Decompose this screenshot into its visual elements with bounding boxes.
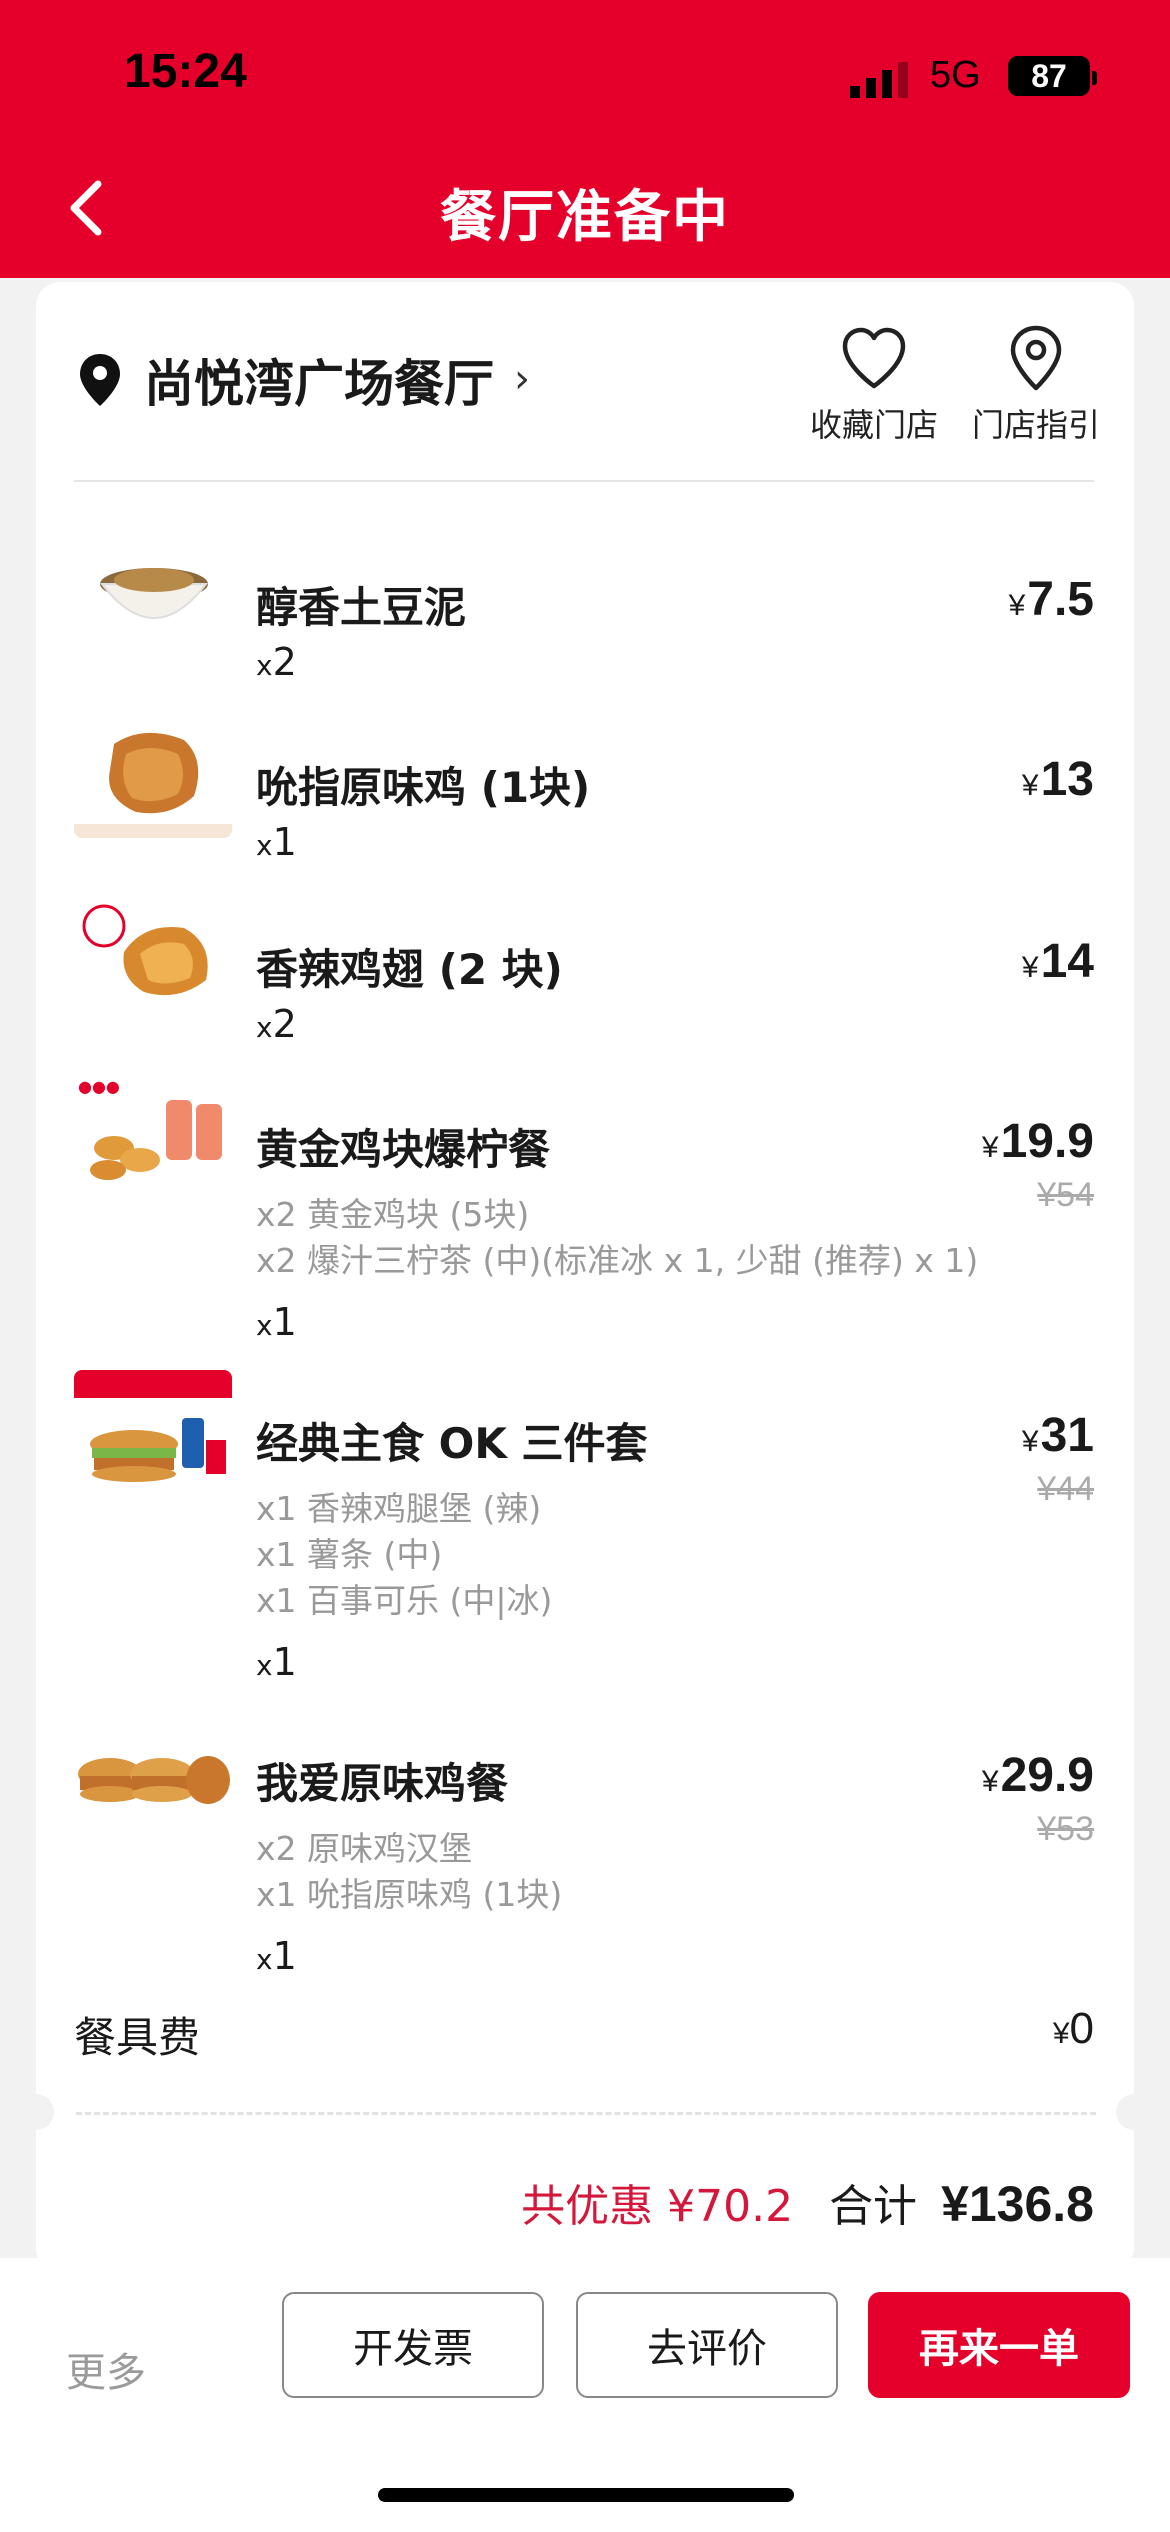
item-thumbnail: ●●●	[74, 1074, 232, 1198]
item-thumbnail	[74, 714, 232, 838]
item-quantity: x1	[256, 1934, 297, 1978]
chevron-right-icon[interactable]: ›	[514, 356, 530, 402]
home-indicator[interactable]	[378, 2488, 794, 2502]
item-quantity: x2	[256, 1002, 297, 1046]
status-bar: 15:24 5G 87	[0, 0, 1170, 150]
item-original-price: ¥44	[1037, 1470, 1094, 1508]
item-name: 我爱原味鸡餐	[256, 1759, 509, 1808]
mashed-potato-image	[74, 522, 232, 646]
nugget-combo-image: ●●●	[74, 1074, 232, 1198]
item-component: x1 吮指原味鸡 (1块)	[256, 1875, 563, 1914]
item-component: x2 黄金鸡块 (5块)	[256, 1195, 530, 1234]
item-price: ¥31	[1021, 1409, 1094, 1462]
item-component: x1 香辣鸡腿堡 (辣)	[256, 1489, 542, 1528]
favorite-store-label: 收藏门店	[809, 406, 938, 444]
signal-icon	[850, 62, 908, 98]
page-title: 餐厅准备中	[440, 185, 730, 250]
battery-icon: 87	[1008, 56, 1097, 96]
item-quantity: x1	[256, 1300, 297, 1344]
store-name-link[interactable]: 尚悦湾广场餐厅	[144, 344, 494, 416]
dashed-divider	[76, 2112, 1096, 2115]
heart-icon	[842, 327, 906, 389]
item-component: x2 原味鸡汉堡	[256, 1829, 473, 1868]
review-button[interactable]: 去评价	[576, 2292, 838, 2398]
item-price: ¥29.9	[981, 1749, 1094, 1802]
more-button[interactable]: 更多	[66, 2340, 146, 2398]
item-price: ¥14	[1021, 935, 1094, 988]
total-amount: ¥136.8	[941, 2176, 1094, 2232]
item-thumbnail	[74, 522, 232, 646]
item-component: x2 爆汁三柠茶 (中)(标准冰 x 1, 少甜 (推荐) x 1)	[256, 1241, 979, 1280]
fried-chicken-image	[74, 714, 232, 838]
store-guide-button[interactable]: 门店指引	[966, 324, 1106, 444]
item-name: 香辣鸡翅 (2 块)	[256, 945, 563, 994]
ok-combo-image	[74, 1370, 232, 1494]
spicy-wings-image	[74, 892, 232, 1016]
item-name: 醇香土豆泥	[256, 583, 467, 632]
network-label: 5G	[930, 54, 981, 96]
battery-level: 87	[1031, 57, 1067, 94]
total-label: 合计	[829, 2181, 918, 2232]
location-pin-icon	[80, 354, 120, 406]
favorite-store-button[interactable]: 收藏门店	[804, 324, 944, 444]
item-original-price: ¥53	[1037, 1810, 1094, 1848]
item-quantity: x1	[256, 1640, 297, 1684]
item-thumbnail	[74, 1370, 232, 1494]
item-name: 黄金鸡块爆柠餐	[256, 1125, 551, 1174]
item-original-price: ¥54	[1037, 1176, 1094, 1214]
item-component: x1 百事可乐 (中|冰)	[256, 1581, 553, 1620]
invoice-button[interactable]: 开发票	[282, 2292, 544, 2398]
svg-text:●●●: ●●●	[78, 1077, 120, 1096]
item-price: ¥7.5	[1008, 573, 1094, 626]
ticket-notch	[1116, 2094, 1152, 2130]
reorder-button[interactable]: 再来一单	[868, 2292, 1130, 2398]
status-time: 15:24	[124, 45, 247, 98]
tableware-fee-price: ¥0	[1052, 2004, 1094, 2053]
item-quantity: x2	[256, 640, 297, 684]
ticket-notch	[18, 2094, 54, 2130]
item-name: 吮指原味鸡 (1块)	[256, 763, 591, 812]
item-component: x1 薯条 (中)	[256, 1535, 443, 1574]
item-name: 经典主食 OK 三件套	[256, 1419, 648, 1468]
store-guide-label: 门店指引	[971, 406, 1100, 444]
store-name: 尚悦湾广场餐厅	[144, 355, 494, 413]
item-thumbnail	[74, 892, 232, 1016]
item-price: ¥19.9	[981, 1115, 1094, 1168]
divider	[74, 480, 1094, 482]
item-quantity: x1	[256, 820, 297, 864]
discount-total: 共优惠 ¥70.2	[521, 2181, 794, 2232]
item-price: ¥13	[1021, 753, 1094, 806]
tableware-fee-label: 餐具费	[74, 2013, 201, 2062]
item-thumbnail	[74, 1710, 232, 1834]
map-pin-icon	[1010, 325, 1062, 391]
order-card: 尚悦湾广场餐厅 › 收藏门店 门店指引 醇香土豆泥 x2 ¥7.5 吮指原味鸡 …	[18, 282, 1152, 2272]
order-summary: 共优惠 ¥70.2 合计 ¥136.8	[521, 2170, 1094, 2234]
chicken-meal-image	[74, 1710, 232, 1834]
